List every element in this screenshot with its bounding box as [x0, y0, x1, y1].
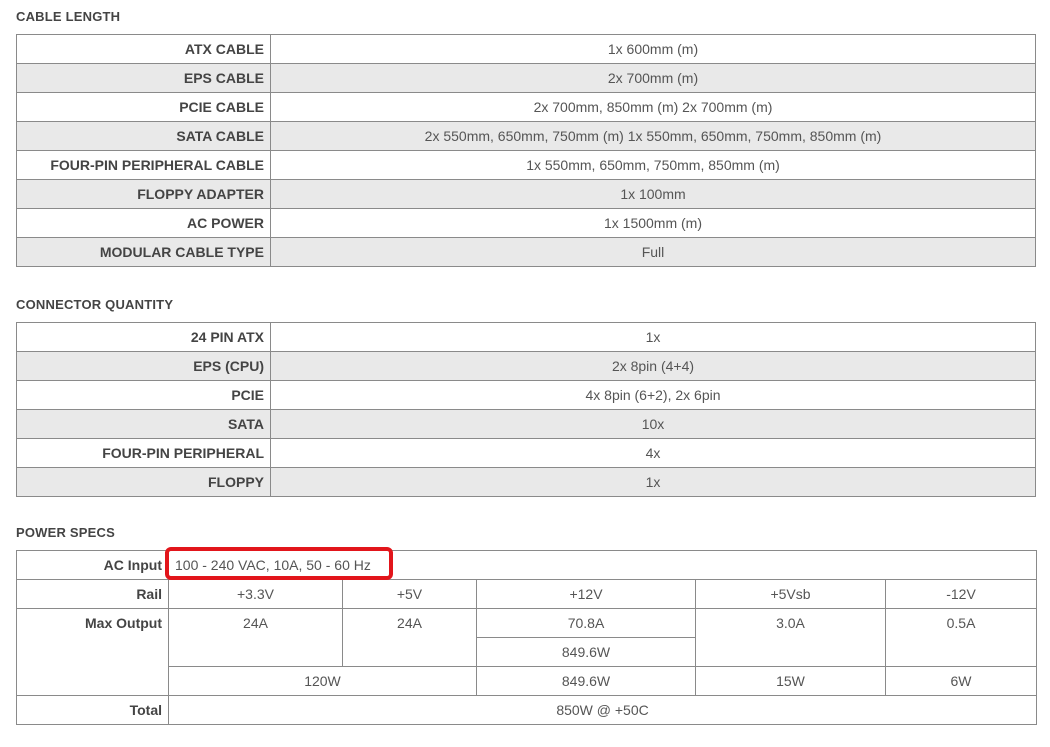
- row-value: 1x 100mm: [270, 179, 1036, 209]
- row-value: 1x 1500mm (m): [270, 208, 1036, 238]
- row-label: SATA CABLE: [16, 121, 271, 151]
- table-row: EPS (CPU) 2x 8pin (4+4): [16, 351, 1036, 381]
- row-label: FOUR-PIN PERIPHERAL: [16, 438, 271, 468]
- power-specs-title: POWER SPECS: [16, 525, 115, 540]
- row-label: FLOPPY ADAPTER: [16, 179, 271, 209]
- rail-12v: +12V: [476, 579, 696, 609]
- row-value: 10x: [270, 409, 1036, 439]
- table-row: FOUR-PIN PERIPHERAL CABLE 1x 550mm, 650mm…: [16, 150, 1036, 180]
- table-row: EPS CABLE 2x 700mm (m): [16, 63, 1036, 93]
- table-row: MODULAR CABLE TYPE Full: [16, 237, 1036, 267]
- row-label: ATX CABLE: [16, 34, 271, 64]
- max-output-neg12v: 0.5A: [884, 608, 1038, 667]
- table-row: SATA 10x: [16, 409, 1036, 439]
- row-label: AC POWER: [16, 208, 271, 238]
- row-label: FLOPPY: [16, 467, 271, 497]
- table-row: PCIE CABLE 2x 700mm, 850mm (m) 2x 700mm (…: [16, 92, 1036, 122]
- total-value: 850W @ +50C: [167, 695, 1038, 725]
- cable-length-title: CABLE LENGTH: [16, 9, 121, 24]
- row-label: 24 PIN ATX: [16, 322, 271, 352]
- highlight-annotation: [165, 547, 393, 580]
- total-label: Total: [16, 695, 169, 725]
- max-output-12v: 70.8A: [476, 608, 696, 638]
- total-row: Total 850W @ +50C: [16, 695, 1038, 725]
- table-row: FLOPPY ADAPTER 1x 100mm: [16, 179, 1036, 209]
- combined-12v: 849.6W: [476, 666, 696, 696]
- max-output-label: Max Output: [16, 608, 169, 696]
- connector-quantity-title: CONNECTOR QUANTITY: [16, 297, 174, 312]
- max-output-3v3: 24A: [168, 608, 343, 667]
- row-value: 4x 8pin (6+2), 2x 6pin: [270, 380, 1036, 410]
- combined-neg12v: 6W: [884, 666, 1038, 696]
- row-label: SATA: [16, 409, 271, 439]
- row-value: 2x 700mm (m): [270, 63, 1036, 93]
- row-label: FOUR-PIN PERIPHERAL CABLE: [16, 150, 271, 180]
- row-value: 1x 600mm (m): [270, 34, 1036, 64]
- table-row: 24 PIN ATX 1x: [16, 322, 1036, 352]
- rail-3v3: +3.3V: [168, 579, 343, 609]
- max-output-row: Max Output 24A 24A 70.8A 3.0A 0.5A: [16, 608, 1038, 696]
- rail-neg12v: -12V: [884, 579, 1038, 609]
- table-row: FLOPPY 1x: [16, 467, 1036, 497]
- row-label: PCIE: [16, 380, 271, 410]
- row-value: 2x 550mm, 650mm, 750mm (m) 1x 550mm, 650…: [270, 121, 1036, 151]
- combined-3v3-5v: 120W: [168, 666, 477, 696]
- connector-quantity-table: 24 PIN ATX 1x EPS (CPU) 2x 8pin (4+4) PCIE…: [16, 322, 1036, 497]
- table-row: AC POWER 1x 1500mm (m): [16, 208, 1036, 238]
- row-label: EPS CABLE: [16, 63, 271, 93]
- row-label: PCIE CABLE: [16, 92, 271, 122]
- ac-input-label: AC Input: [16, 550, 169, 580]
- row-label: EPS (CPU): [16, 351, 271, 381]
- rail-label: Rail: [16, 579, 169, 609]
- combined-watts-row: 120W 849.6W 15W 6W: [17, 666, 1038, 696]
- rail-5vsb: +5Vsb: [695, 579, 886, 609]
- max-output-5vsb: 3.0A: [695, 608, 886, 667]
- row-value: 1x 550mm, 650mm, 750mm, 850mm (m): [270, 150, 1036, 180]
- max-output-5v: 24A: [342, 608, 477, 667]
- row-value: 2x 8pin (4+4): [270, 351, 1036, 381]
- table-row: FOUR-PIN PERIPHERAL 4x: [16, 438, 1036, 468]
- table-row: SATA CABLE 2x 550mm, 650mm, 750mm (m) 1x …: [16, 121, 1036, 151]
- row-value: 1x: [270, 467, 1036, 497]
- table-row: ATX CABLE 1x 600mm (m): [16, 34, 1036, 64]
- table-row: PCIE 4x 8pin (6+2), 2x 6pin: [16, 380, 1036, 410]
- row-label: MODULAR CABLE TYPE: [16, 237, 271, 267]
- rail-5v: +5V: [342, 579, 477, 609]
- row-value: 2x 700mm, 850mm (m) 2x 700mm (m): [270, 92, 1036, 122]
- row-value: 1x: [270, 322, 1036, 352]
- cable-length-table: ATX CABLE 1x 600mm (m) EPS CABLE 2x 700mm …: [16, 34, 1036, 267]
- rail-row: Rail +3.3V +5V +12V +5Vsb -12V: [16, 579, 1038, 609]
- row-value: Full: [270, 237, 1036, 267]
- watts-12v: 849.6W: [476, 637, 696, 667]
- row-value: 4x: [270, 438, 1036, 468]
- combined-5vsb: 15W: [695, 666, 886, 696]
